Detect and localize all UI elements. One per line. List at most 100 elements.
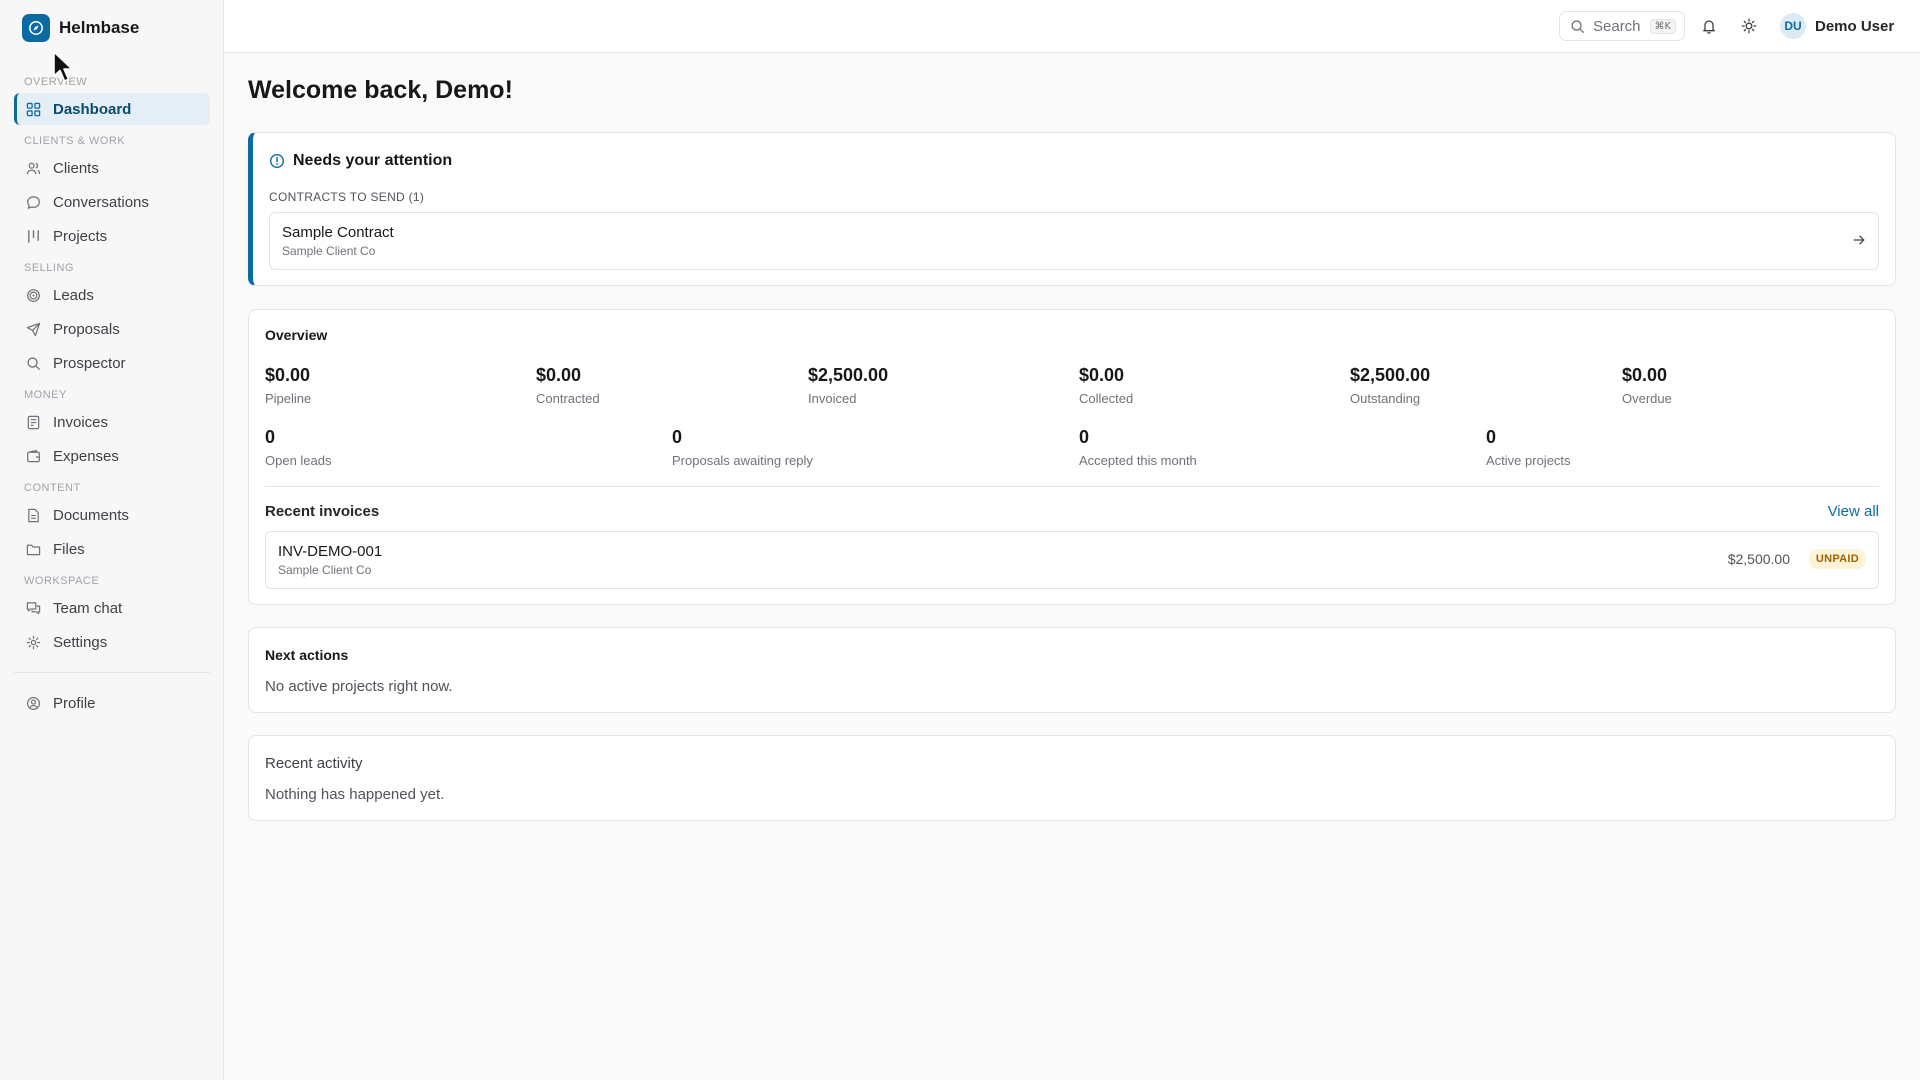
overview-divider [265,486,1879,487]
sidebar-item-conversations[interactable]: Conversations [14,186,210,218]
notifications-button[interactable] [1695,12,1723,40]
dashboard-icon [26,102,41,116]
section-overview: Overview [24,76,88,88]
invoice-row[interactable]: INV-DEMO-001 Sample Client Co $2,500.00 … [265,531,1879,589]
stat-open-leads: 0 Open leads [265,427,332,468]
stat-label: Open leads [265,453,332,468]
sidebar-item-profile[interactable]: Profile [14,687,210,719]
stat-label: Overdue [1622,391,1672,406]
sidebar-item-label: Prospector [53,354,126,372]
stat-label: Contracted [536,391,600,406]
topbar: Search ⌘K DU Demo User [224,0,1920,53]
target-icon [27,288,40,302]
sidebar-item-label: Invoices [53,413,109,431]
view-all-link[interactable]: View all [1828,503,1879,520]
stat-outstanding: $2,500.00 Outstanding [1350,365,1430,406]
page-title: Welcome back, Demo! [248,76,513,104]
sidebar-item-prospector[interactable]: Prospector [14,347,210,379]
sidebar-item-leads[interactable]: Leads [14,279,210,311]
chat-bubble-icon [27,195,40,209]
search-label: Search [1593,17,1641,35]
user-circle-icon [26,696,41,710]
stat-label: Collected [1079,391,1134,406]
stat-label: Pipeline [265,391,312,406]
sidebar-divider [14,672,210,673]
sidebar-item-label: Projects [53,227,108,245]
stat-label: Accepted this month [1079,453,1197,468]
compass-icon [22,14,50,42]
contract-client: Sample Client Co [282,244,376,258]
wallet-icon [27,449,40,462]
sidebar-item-documents[interactable]: Documents [14,499,210,531]
sidebar-item-team-chat[interactable]: Team chat [14,592,210,624]
stat-label: Outstanding [1350,391,1421,406]
stat-value: 0 [672,427,683,447]
sidebar-item-label: Clients [53,159,99,177]
stat-label: Invoiced [808,391,857,406]
sidebar-item-label: Leads [53,286,94,304]
bell-icon [1703,20,1715,34]
sidebar-item-projects[interactable]: Projects [14,220,210,252]
stat-value: 0 [1486,427,1497,447]
stat-value: $2,500.00 [1350,365,1431,385]
contract-row[interactable]: Sample Contract Sample Client Co [269,212,1879,270]
sidebar-item-label: Documents [53,506,129,524]
sidebar-item-label: Team chat [53,599,123,617]
sidebar: Helmbase Overview Dashboard Clients & Wo… [0,0,224,1080]
status-badge: UNPAID [1808,549,1866,569]
section-money: Money [24,389,67,401]
sidebar-item-settings[interactable]: Settings [14,626,210,658]
stat-value: 0 [265,427,276,447]
sidebar-item-label: Profile [53,694,96,712]
invoice-number: INV-DEMO-001 [278,543,383,560]
stat-pipeline: $0.00 Pipeline [265,365,311,406]
stat-invoiced: $2,500.00 Invoiced [808,365,888,406]
sidebar-item-files[interactable]: Files [14,533,210,565]
recent-invoices-title: Recent invoices [265,503,380,520]
sidebar-item-label: Expenses [53,447,119,465]
gear-icon [26,635,41,649]
invoice-amount: $2,500.00 [1727,551,1790,567]
stat-overdue: $0.00 Overdue [1622,365,1672,406]
user-menu[interactable]: DU Demo User [1780,13,1894,39]
section-selling: Selling [24,262,74,274]
search-button[interactable]: Search ⌘K [1559,11,1685,41]
messages-icon [26,601,41,614]
sidebar-item-label: Files [53,540,85,558]
brand[interactable]: Helmbase [22,14,139,42]
sidebar-item-clients[interactable]: Clients [14,152,210,184]
brand-name: Helmbase [59,18,140,37]
mouse-cursor-icon [53,51,73,82]
sidebar-item-dashboard[interactable]: Dashboard [14,93,210,125]
stat-label: Active projects [1486,453,1571,468]
search-icon [27,356,40,370]
attention-header: Needs your attention [269,152,452,170]
sidebar-item-expenses[interactable]: Expenses [14,440,210,472]
contract-title: Sample Contract [282,224,394,241]
stat-value: $2,500.00 [808,365,889,385]
stat-collected: $0.00 Collected [1079,365,1133,406]
theme-toggle-button[interactable] [1735,12,1763,40]
sidebar-item-label: Conversations [53,193,149,211]
stat-value: 0 [1079,427,1090,447]
invoice-client: Sample Client Co [278,563,372,577]
stat-value: $0.00 [1622,365,1668,385]
attention-card: Needs your attention CONTRACTS TO SEND (… [248,132,1896,286]
sun-icon [1741,18,1757,34]
stat-active-projects: 0 Active projects [1486,427,1571,468]
users-icon [26,162,41,174]
section-workspace: Workspace [24,575,100,587]
stat-value: $0.00 [1079,365,1125,385]
stat-contracted: $0.00 Contracted [536,365,600,406]
folder-icon [26,544,41,555]
search-shortcut: ⌘K [1649,18,1677,34]
attention-subtitle: CONTRACTS TO SEND (1) [269,190,425,204]
stat-value: $0.00 [265,365,311,385]
sidebar-item-proposals[interactable]: Proposals [14,313,210,345]
next-actions-title: Next actions [265,647,349,663]
invoice-icon [27,415,40,429]
overview-card: Overview $0.00 Pipeline $0.00 Contracted… [248,309,1896,605]
arrow-right-icon [1853,235,1865,245]
sidebar-item-invoices[interactable]: Invoices [14,406,210,438]
overview-title: Overview [265,327,328,343]
